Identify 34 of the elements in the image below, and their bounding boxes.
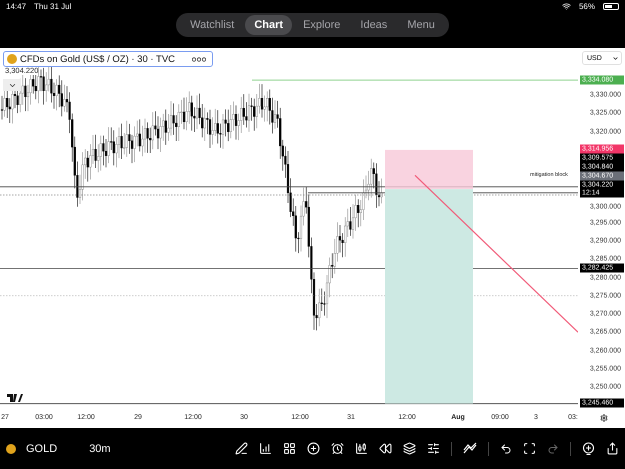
date-text: Thu 31 Jul <box>34 2 72 11</box>
rewind-icon[interactable] <box>379 442 392 455</box>
clock-time: 14:47 <box>6 2 26 11</box>
chevron-icon <box>612 54 619 62</box>
symbol-logo-icon <box>7 54 17 64</box>
battery-icon <box>603 3 619 10</box>
alarm-icon[interactable] <box>331 442 344 455</box>
more-options-icon[interactable] <box>192 56 206 62</box>
sliders-icon[interactable] <box>427 442 440 455</box>
interval-label[interactable]: 30m <box>89 442 111 454</box>
fullscreen-icon[interactable] <box>523 442 536 455</box>
symbol-header[interactable]: CFDs on Gold (US$ / OZ) · 30 · TVC <box>3 51 214 67</box>
battery-percent: 56% <box>578 2 595 11</box>
pen-icon[interactable] <box>235 442 248 455</box>
lines-icon[interactable] <box>463 442 477 455</box>
collapse-button[interactable] <box>3 79 21 91</box>
symbol-name[interactable]: GOLD <box>26 442 58 454</box>
nav-tab[interactable]: Ideas <box>351 15 396 35</box>
add-icon[interactable] <box>307 442 320 455</box>
indicators-icon[interactable] <box>259 442 272 455</box>
grid-icon[interactable] <box>283 442 296 455</box>
layers-icon[interactable] <box>403 442 416 455</box>
nav-tab[interactable]: Explore <box>294 15 350 35</box>
undo-icon[interactable] <box>500 442 512 454</box>
nav-tab[interactable]: Watchlist <box>181 15 244 35</box>
symbol-title: CFDs on Gold (US$ / OZ) · 30 · TVC <box>20 54 176 64</box>
lightbulb-icon[interactable] <box>582 442 595 456</box>
candles-icon[interactable] <box>355 442 368 455</box>
wifi-icon <box>562 2 571 11</box>
nav-tab[interactable]: Chart <box>245 15 292 35</box>
share-icon[interactable] <box>606 442 619 455</box>
symbol-logo-icon <box>6 444 16 454</box>
nav-tab[interactable]: Menu <box>398 15 444 35</box>
settings-icon[interactable] <box>600 414 608 422</box>
